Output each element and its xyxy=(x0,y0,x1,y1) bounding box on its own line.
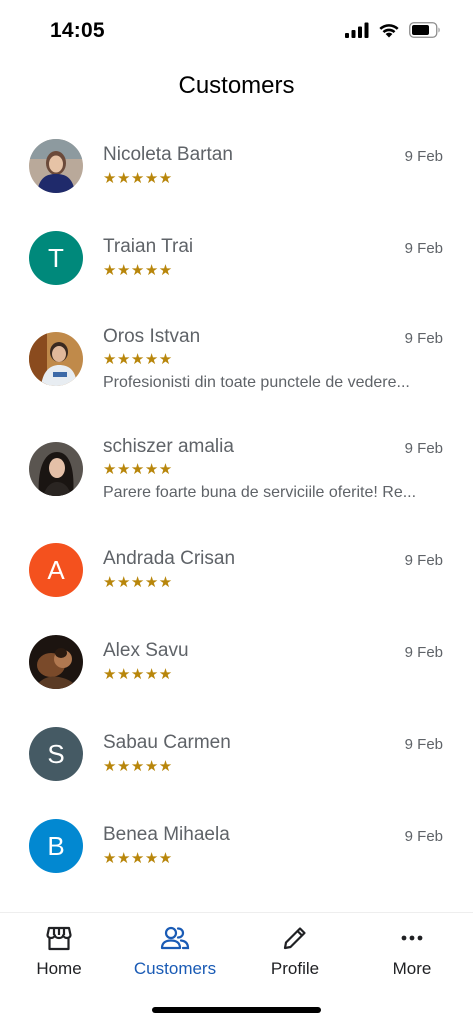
wifi-icon xyxy=(378,22,400,43)
customer-row[interactable]: Alex Savu 9 Feb ★★★★★ xyxy=(0,633,473,725)
review-snippet: Profesionisti din toate punctele de vede… xyxy=(103,374,410,391)
star-rating: ★★★★★ xyxy=(103,758,173,775)
customer-name: schiszer amalia xyxy=(103,436,234,457)
review-date: 9 Feb xyxy=(404,330,443,347)
avatar xyxy=(29,139,83,193)
cellular-signal-icon xyxy=(345,22,369,43)
pencil-icon xyxy=(236,923,354,953)
nav-item-home[interactable]: Home xyxy=(0,923,118,979)
avatar xyxy=(29,635,83,689)
avatar-initial: S xyxy=(47,738,65,769)
status-bar: 14:05 xyxy=(0,0,473,62)
review-date: 9 Feb xyxy=(404,644,443,661)
page-title: Customers xyxy=(178,72,295,99)
customer-row[interactable]: B Benea Mihaela 9 Feb ★★★★★ xyxy=(0,817,473,909)
avatar-initial: T xyxy=(48,242,64,273)
avatar: A xyxy=(29,543,83,597)
customer-name: Benea Mihaela xyxy=(103,824,230,845)
customer-row[interactable]: Nicoleta Bartan 9 Feb ★★★★★ xyxy=(0,137,473,229)
more-dots-icon xyxy=(353,923,471,953)
customer-name: Sabau Carmen xyxy=(103,732,231,753)
review-date: 9 Feb xyxy=(404,148,443,165)
battery-icon xyxy=(409,22,441,43)
nav-item-customers[interactable]: Customers xyxy=(116,923,234,979)
nav-label: Profile xyxy=(270,959,320,978)
review-snippet: Parere foarte buna de serviciile oferite… xyxy=(103,484,417,501)
star-rating: ★★★★★ xyxy=(103,262,173,279)
review-date: 9 Feb xyxy=(404,240,443,257)
star-rating: ★★★★★ xyxy=(103,170,173,187)
star-rating: ★★★★★ xyxy=(103,461,173,478)
nav-item-more[interactable]: More xyxy=(353,923,471,979)
customer-row[interactable]: schiszer amalia 9 Feb ★★★★★ Parere foart… xyxy=(0,429,473,521)
avatar: S xyxy=(29,727,83,781)
star-rating: ★★★★★ xyxy=(103,666,173,683)
avatar: T xyxy=(29,231,83,285)
customer-name: Alex Savu xyxy=(103,640,189,661)
customer-row[interactable]: T Traian Trai 9 Feb ★★★★★ xyxy=(0,229,473,321)
storefront-icon xyxy=(0,923,118,953)
review-date: 9 Feb xyxy=(404,736,443,753)
avatar: B xyxy=(29,819,83,873)
review-date: 9 Feb xyxy=(404,440,443,457)
nav-label: Customers xyxy=(133,959,217,978)
customer-row[interactable]: A Andrada Crisan 9 Feb ★★★★★ xyxy=(0,541,473,633)
nav-item-profile[interactable]: Profile xyxy=(236,923,354,979)
avatar-initial: A xyxy=(47,554,65,585)
status-icons xyxy=(345,22,441,43)
star-rating: ★★★★★ xyxy=(103,351,173,368)
customer-name: Oros Istvan xyxy=(103,326,201,347)
review-date: 9 Feb xyxy=(404,828,443,845)
customer-name: Nicoleta Bartan xyxy=(103,144,233,165)
star-rating: ★★★★★ xyxy=(103,850,173,867)
customer-row[interactable]: Oros Istvan 9 Feb ★★★★★ Profesionisti di… xyxy=(0,319,473,411)
avatar xyxy=(29,332,83,386)
nav-label: More xyxy=(392,959,432,978)
customer-row[interactable]: S Sabau Carmen 9 Feb ★★★★★ xyxy=(0,725,473,817)
star-rating: ★★★★★ xyxy=(103,574,173,591)
customer-name: Traian Trai xyxy=(103,236,194,257)
review-date: 9 Feb xyxy=(404,552,443,569)
people-icon xyxy=(116,923,234,953)
avatar xyxy=(29,442,83,496)
customer-name: Andrada Crisan xyxy=(103,548,236,569)
avatar-initial: B xyxy=(47,830,65,861)
nav-label: Home xyxy=(36,959,82,978)
home-indicator[interactable] xyxy=(152,1007,321,1013)
status-time: 14:05 xyxy=(50,19,105,42)
